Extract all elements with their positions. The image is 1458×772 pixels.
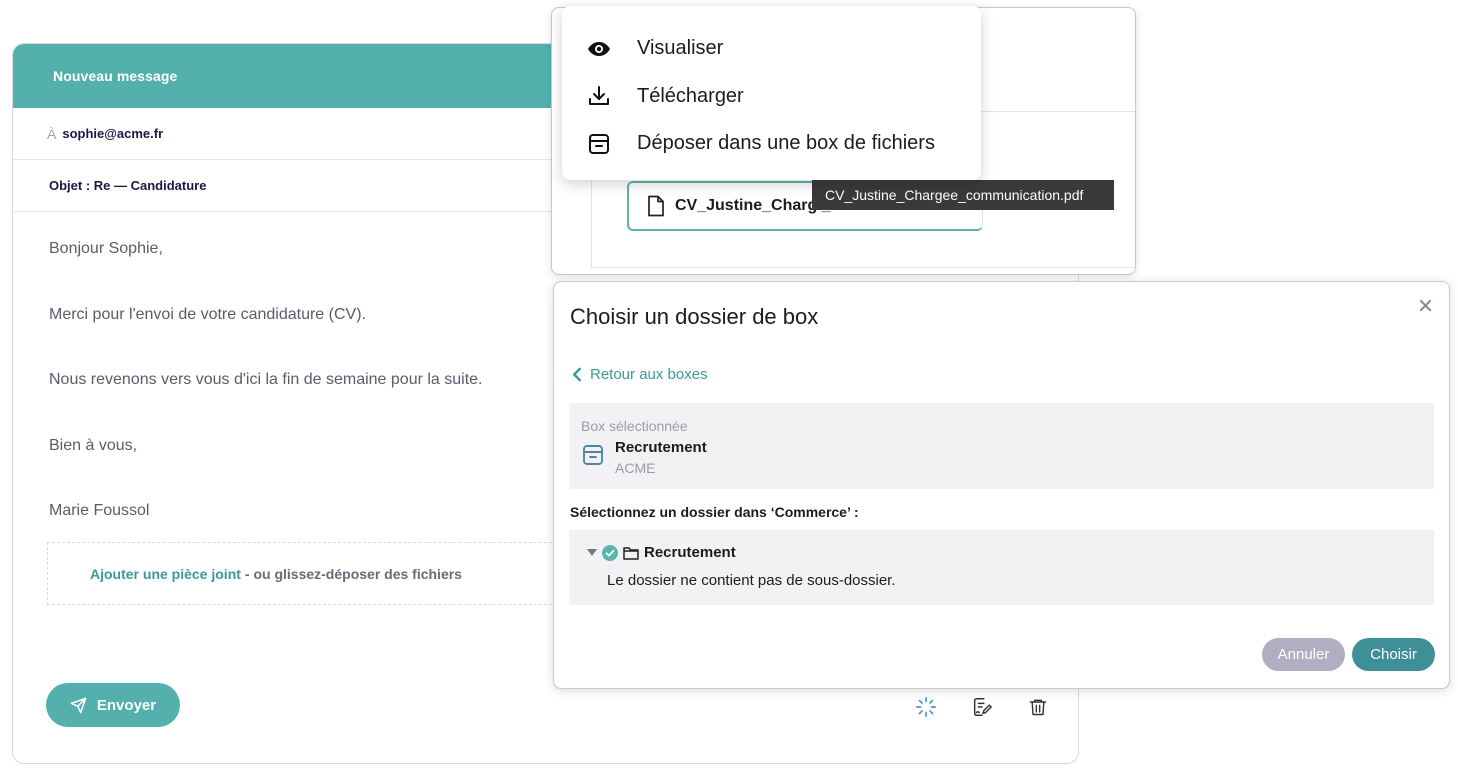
tooltip-text: CV_Justine_Chargee_communication.pdf [825, 187, 1084, 203]
dialog-title: Choisir un dossier de box [570, 304, 819, 329]
chevron-left-icon [572, 367, 582, 382]
signature-icon[interactable] [970, 695, 994, 719]
file-name-tooltip: CV_Justine_Chargee_communication.pdf [812, 180, 1114, 210]
add-attachment-link[interactable]: Ajouter une pièce joint [90, 566, 241, 582]
selected-box-card: Box sélectionnée Recrutement ACME [569, 403, 1434, 489]
subject-value[interactable]: Objet : Re — Candidature [49, 178, 206, 193]
selected-box-org: ACME [615, 460, 656, 476]
send-icon [70, 697, 87, 713]
attachment-context-menu: Visualiser Télécharger Déposer dans une … [562, 6, 981, 180]
eye-icon [584, 35, 614, 63]
selected-box-caption: Box sélectionnée [581, 418, 688, 434]
menu-item-label: Déposer dans une box de fichiers [637, 132, 935, 155]
folder-tree-item[interactable]: Recrutement [587, 544, 741, 561]
download-icon [584, 82, 614, 110]
loading-spinner-icon [914, 695, 938, 719]
recipient-prefix: À [47, 125, 57, 142]
folder-select-prompt: Sélectionnez un dossier dans ‘Commerce’ … [570, 504, 859, 520]
trash-icon[interactable] [1026, 695, 1050, 719]
recipient-value[interactable]: sophie@acme.fr [62, 126, 163, 141]
menu-item-telecharger[interactable]: Télécharger [562, 73, 981, 121]
menu-item-deposer[interactable]: Déposer dans une box de fichiers [562, 120, 981, 168]
menu-item-visualiser[interactable]: Visualiser [562, 25, 981, 73]
folder-icon [623, 546, 639, 560]
compose-title: Nouveau message [53, 68, 178, 84]
choose-button[interactable]: Choisir [1352, 638, 1435, 671]
archive-box-icon [584, 130, 614, 158]
caret-down-icon[interactable] [587, 549, 597, 556]
back-link-label: Retour aux boxes [590, 366, 708, 383]
back-to-boxes-link[interactable]: Retour aux boxes [572, 366, 708, 383]
close-icon[interactable] [1415, 295, 1435, 315]
folder-tree: Recrutement Le dossier ne contient pas d… [569, 530, 1434, 605]
cancel-button[interactable]: Annuler [1262, 638, 1345, 671]
attachment-dropzone[interactable]: Ajouter une pièce joint - ou glissez-dép… [47, 542, 607, 605]
selected-box-name: Recrutement [615, 439, 707, 456]
dropzone-hint: - ou glissez-déposer des fichiers [244, 565, 462, 582]
archive-box-icon [581, 443, 605, 472]
send-label: Envoyer [96, 696, 157, 714]
folder-name: Recrutement [644, 544, 736, 561]
file-icon [648, 195, 664, 217]
menu-item-label: Visualiser [637, 37, 724, 60]
menu-item-label: Télécharger [637, 84, 744, 107]
send-button[interactable]: Envoyer [46, 683, 180, 727]
empty-folder-message: Le dossier ne contient pas de sous-dossi… [607, 572, 896, 589]
choose-folder-dialog: Choisir un dossier de box Retour aux box… [553, 281, 1450, 689]
app-stage: Nouveau message À sophie@acme.fr Objet :… [0, 0, 1458, 772]
check-circle-icon [602, 544, 618, 561]
